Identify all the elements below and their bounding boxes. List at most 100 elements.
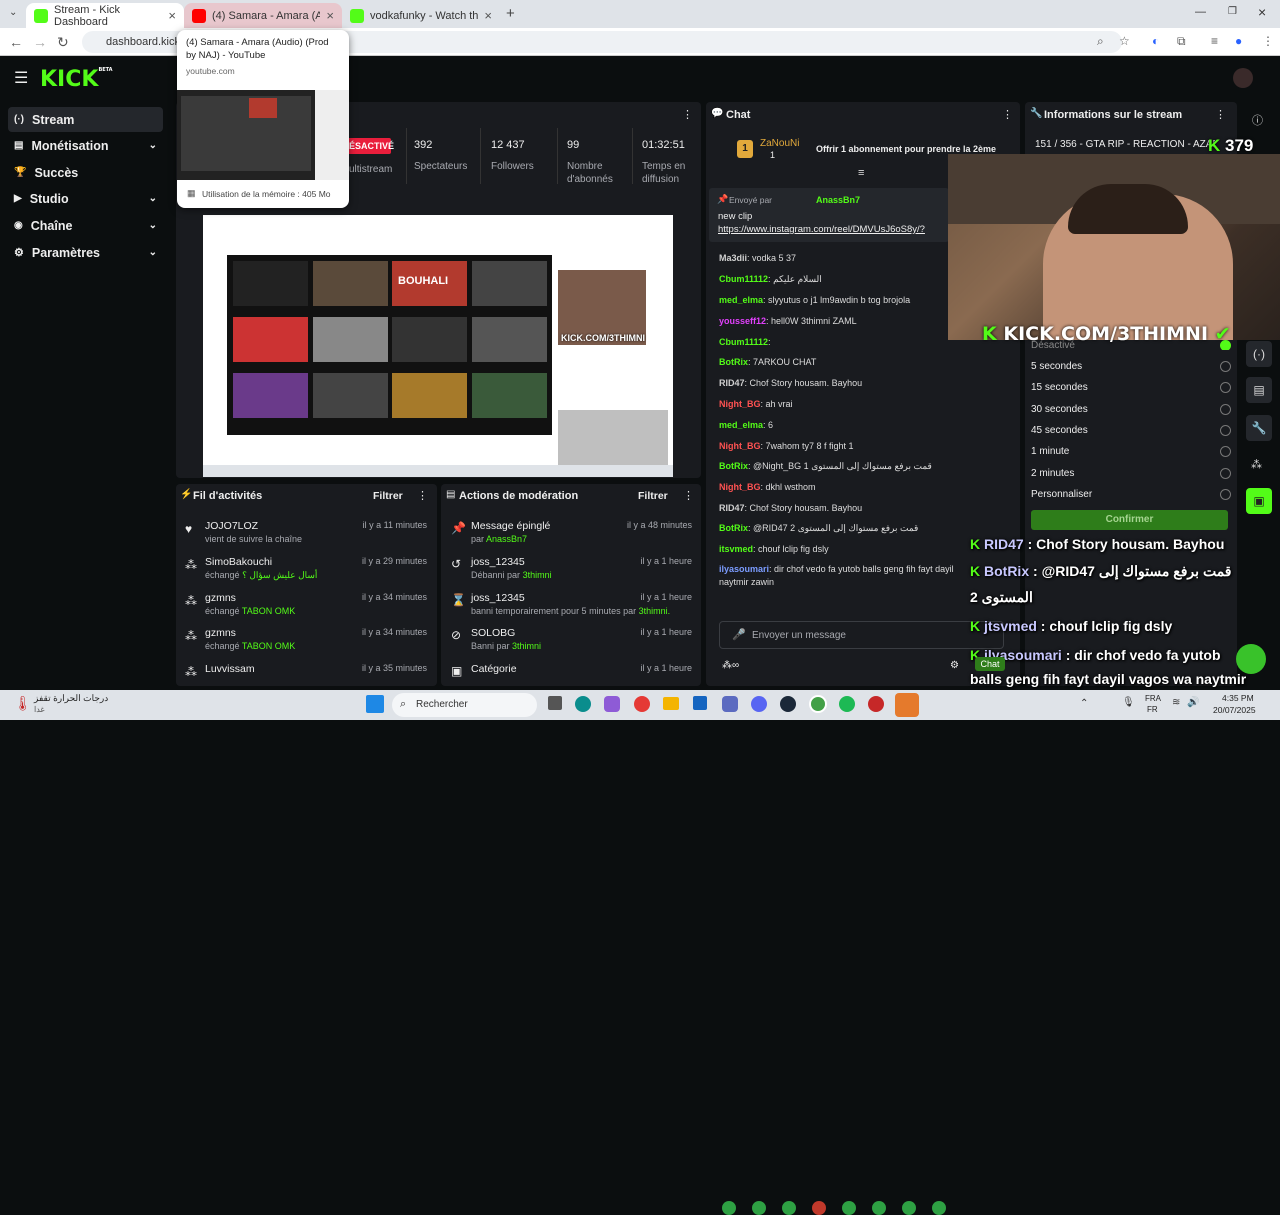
moderation-menu-icon[interactable]: ⋮: [683, 489, 694, 502]
tray-up-icon[interactable]: ⌃: [1080, 698, 1088, 709]
moderation-item[interactable]: ↺ joss_12345 Débanni par 3thimni il y a …: [446, 556, 698, 590]
moderation-item[interactable]: 📌 Message épinglé par AnassBn7 il y a 48…: [446, 520, 698, 554]
sidebar-item-succes[interactable]: 🏆 Succès: [8, 160, 163, 185]
chat-username[interactable]: Ma3dii: [719, 253, 747, 263]
menu-kebab-icon[interactable]: ⋮: [1262, 34, 1274, 48]
info-icon[interactable]: ⓘ: [1252, 112, 1263, 128]
tab-kick-dashboard[interactable]: Stream - Kick Dashboard ×: [26, 3, 184, 28]
points-rail-icon[interactable]: ⁂: [1251, 458, 1262, 471]
extension-rail-button[interactable]: ▣: [1246, 488, 1272, 514]
emote-icon[interactable]: [782, 1201, 796, 1215]
chat-message[interactable]: BotRix: @RID47 قمت برفع مستواك إلى المست…: [719, 522, 954, 534]
reload-icon[interactable]: ↻: [57, 34, 69, 51]
chat-message[interactable]: Ma3dii: vodka 5 37: [719, 252, 954, 264]
option-desactive[interactable]: Désactivé: [1031, 340, 1231, 350]
folder-icon[interactable]: [663, 697, 679, 710]
mic-icon[interactable]: 🎤: [732, 628, 746, 641]
chat-username[interactable]: BotRix: [719, 357, 748, 367]
chat-message[interactable]: med_elma: slyyutus o j1 lm9awdin b tog b…: [719, 294, 954, 306]
spotify-icon[interactable]: [839, 696, 855, 712]
close-tab-icon[interactable]: ×: [484, 8, 492, 23]
weather-icon[interactable]: 🌡: [14, 695, 32, 712]
chat-message[interactable]: ilyasoumari: dir chof vedo fa yutob ball…: [719, 563, 954, 575]
chat-message[interactable]: med_elma: 6: [719, 419, 954, 431]
task-view-icon[interactable]: [548, 696, 562, 710]
teams-icon[interactable]: [722, 696, 738, 712]
option-15s[interactable]: 15 secondes: [1031, 382, 1231, 393]
pinned-message[interactable]: 📌 Envoyé par AnassBn7 new clip https://w…: [709, 188, 949, 242]
chat-username[interactable]: RID47: [719, 503, 745, 513]
chat-username[interactable]: RID47: [719, 378, 745, 388]
maximize-icon[interactable]: ❐: [1228, 6, 1237, 17]
sidebar-item-chaine[interactable]: ◉ Chaîne ⌄: [8, 213, 163, 238]
chat-message[interactable]: BotRix: @Night_BG قمت برفع مستواك إلى ال…: [719, 460, 954, 472]
sidebar-item-stream[interactable]: (·) Stream: [8, 107, 163, 132]
store-icon[interactable]: [693, 696, 707, 710]
option-2min[interactable]: 2 minutes: [1031, 468, 1231, 479]
chat-message[interactable]: Night_BG: dkhl wsthom: [719, 481, 954, 493]
moderation-item[interactable]: ⊘ SOLOBG Banni par 3thimni il y a 1 heur…: [446, 627, 698, 661]
stream-preview[interactable]: BOUHALI KICK.COM/3THIMNI: [203, 215, 673, 477]
option-45s[interactable]: 45 secondes: [1031, 425, 1231, 436]
emote-icon[interactable]: [932, 1201, 946, 1215]
status-badge[interactable]: ÉSACTIVÉ: [347, 138, 394, 154]
moderation-item[interactable]: ▣ Catégorie il y a 1 heure: [446, 663, 698, 685]
tab-list-icon[interactable]: ⌄: [9, 7, 17, 18]
chat-message[interactable]: RID47: Chof Story housam. Bayhou: [719, 377, 954, 389]
moderation-item[interactable]: ⌛ joss_12345 banni temporairement pour 5…: [446, 592, 698, 626]
kick-logo[interactable]: KICKBETA: [40, 67, 113, 92]
bookmark-star-icon[interactable]: ☆: [1119, 34, 1130, 48]
discord-icon[interactable]: [751, 696, 767, 712]
tools-rail-button[interactable]: 🔧: [1246, 415, 1272, 441]
chat-message[interactable]: itsvmed: chouf lclip fig dsly: [719, 543, 954, 555]
close-tab-icon[interactable]: ×: [168, 8, 176, 23]
volume-icon[interactable]: 🔊: [1187, 697, 1199, 708]
sidebar-item-studio[interactable]: ▶ Studio ⌄: [8, 186, 163, 211]
option-5s[interactable]: 5 secondes: [1031, 361, 1231, 372]
chat-username[interactable]: Night_BG: [719, 482, 761, 492]
chat-username[interactable]: Cbum11112: [719, 337, 768, 347]
zoom-icon[interactable]: ⌕: [1097, 34, 1104, 49]
user-avatar[interactable]: [1233, 68, 1253, 88]
new-tab-icon[interactable]: +: [506, 5, 515, 22]
tab-youtube[interactable]: (4) Samara - Amara (Audio) (Pr ×: [184, 3, 342, 28]
chat-username[interactable]: yousseff12: [719, 316, 766, 326]
tray-mic-icon[interactable]: 🎙: [1122, 697, 1135, 708]
chat-message[interactable]: Night_BG: ah vrai: [719, 398, 954, 410]
back-icon[interactable]: ←: [9, 34, 23, 50]
profile-icon[interactable]: ●: [1235, 34, 1242, 48]
option-1min[interactable]: 1 minute: [1031, 446, 1231, 457]
activity-item[interactable]: ⁂ gzmns échangé TABON OMK il y a 34 minu…: [180, 627, 435, 661]
chat-username[interactable]: BotRix: [719, 461, 748, 471]
close-tab-icon[interactable]: ×: [326, 8, 334, 23]
chat-settings-icon[interactable]: ⚙: [950, 660, 959, 671]
chat-message[interactable]: naytmir zawin: [719, 576, 954, 588]
app-icon[interactable]: [868, 696, 884, 712]
extension-icon[interactable]: ◐: [1152, 34, 1159, 48]
activity-menu-icon[interactable]: ⋮: [417, 489, 428, 502]
stream-info-menu-icon[interactable]: ⋮: [1215, 108, 1226, 121]
chat-input[interactable]: 🎤 Envoyer un message: [719, 621, 1004, 649]
broadcast-rail-button[interactable]: (·): [1246, 341, 1272, 367]
start-icon[interactable]: [366, 695, 384, 713]
minimize-icon[interactable]: —: [1195, 6, 1206, 18]
activity-item[interactable]: ⁂ Luvvissam il y a 35 minutes: [180, 663, 435, 685]
sidebar-item-monetisation[interactable]: ▤ Monétisation ⌄: [8, 133, 163, 158]
activity-item[interactable]: ⁂ SimoBakouchi échangé أسال عليش سؤال ؟ …: [180, 556, 435, 590]
activity-filter-button[interactable]: Filtrer: [373, 490, 403, 502]
emote-icon[interactable]: [902, 1201, 916, 1215]
app-active-icon[interactable]: [895, 693, 919, 717]
chat-message[interactable]: Cbum11112:: [719, 336, 954, 348]
edge-icon[interactable]: [575, 696, 591, 712]
chat-username[interactable]: Night_BG: [719, 399, 761, 409]
confirm-button[interactable]: Confirmer: [1031, 510, 1228, 530]
chat-username[interactable]: med_elma: [719, 295, 763, 305]
lang-label[interactable]: FRA: [1145, 694, 1161, 703]
chat-message[interactable]: BotRix: 7ARKOU CHAT: [719, 356, 954, 368]
chat-username[interactable]: med_elma: [719, 420, 763, 430]
hamburger-menu-icon[interactable]: ☰: [14, 68, 28, 88]
option-30s[interactable]: 30 secondes: [1031, 404, 1231, 415]
stream-panel-menu-icon[interactable]: ⋮: [682, 108, 693, 121]
collapse-icon[interactable]: ≡: [858, 167, 864, 179]
gift-banner[interactable]: 1 ZaNouNi 1 Offrir 1 abonnement pour pre…: [734, 136, 996, 164]
